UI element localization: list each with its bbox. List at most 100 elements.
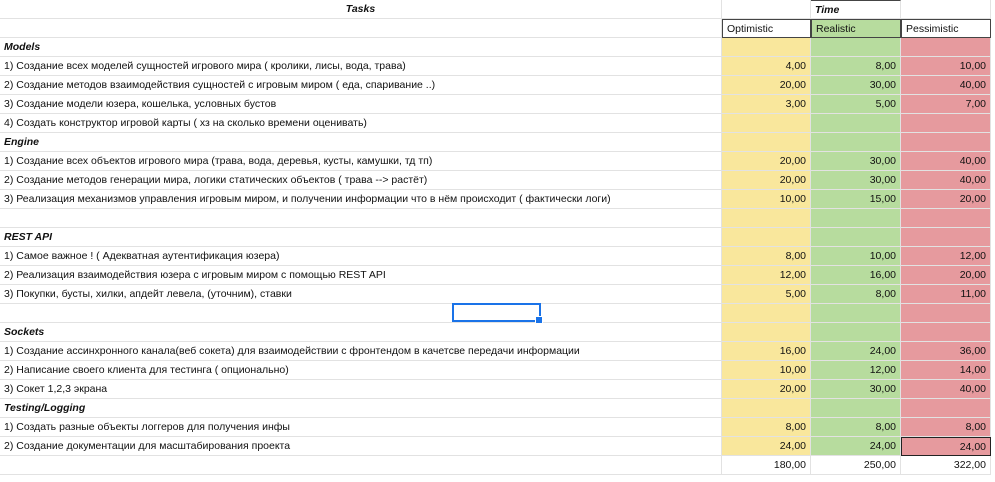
realistic-cell[interactable]: 30,00 bbox=[811, 171, 901, 190]
optimistic-cell[interactable]: 20,00 bbox=[722, 171, 811, 190]
pessimistic-cell[interactable]: 8,00 bbox=[901, 418, 991, 437]
realistic-cell[interactable]: 5,00 bbox=[811, 95, 901, 114]
task-label[interactable]: 1) Создание всех моделей сущностей игров… bbox=[0, 57, 722, 76]
realistic-cell[interactable]: 30,00 bbox=[811, 152, 901, 171]
pessimistic-cell[interactable] bbox=[901, 114, 991, 133]
optimistic-cell[interactable] bbox=[722, 114, 811, 133]
optimistic-cell[interactable]: 10,00 bbox=[722, 361, 811, 380]
optimistic-header[interactable]: Optimistic bbox=[722, 19, 811, 38]
optimistic-cell[interactable] bbox=[722, 38, 811, 57]
fill-handle[interactable] bbox=[535, 316, 543, 324]
optimistic-cell[interactable]: 8,00 bbox=[722, 418, 811, 437]
realistic-cell[interactable]: 8,00 bbox=[811, 57, 901, 76]
task-label[interactable]: 2) Создание методов взаимодействия сущно… bbox=[0, 76, 722, 95]
realistic-cell[interactable]: 15,00 bbox=[811, 190, 901, 209]
pessimistic-cell[interactable]: 20,00 bbox=[901, 190, 991, 209]
realistic-cell[interactable]: 24,00 bbox=[811, 437, 901, 456]
pessimistic-cell[interactable] bbox=[901, 399, 991, 418]
realistic-header[interactable]: Realistic bbox=[811, 19, 901, 38]
task-label[interactable]: 1) Создание всех объектов игрового мира … bbox=[0, 152, 722, 171]
realistic-cell[interactable]: 10,00 bbox=[811, 247, 901, 266]
pessimistic-cell[interactable] bbox=[901, 304, 991, 323]
task-label[interactable] bbox=[0, 304, 722, 323]
task-label[interactable]: 3) Покупки, бусты, хилки, апдейт левела,… bbox=[0, 285, 722, 304]
tasks-header[interactable]: Tasks bbox=[0, 0, 722, 19]
task-label[interactable]: 2) Реализация взаимодействия юзера с игр… bbox=[0, 266, 722, 285]
pessimistic-cell[interactable]: 40,00 bbox=[901, 380, 991, 399]
task-label[interactable]: 3) Реализация механизмов управления игро… bbox=[0, 190, 722, 209]
section-label[interactable]: Models bbox=[0, 38, 722, 57]
realistic-cell[interactable] bbox=[811, 114, 901, 133]
realistic-cell[interactable]: 30,00 bbox=[811, 76, 901, 95]
pessimistic-cell[interactable]: 40,00 bbox=[901, 152, 991, 171]
pessimistic-cell[interactable] bbox=[901, 209, 991, 228]
realistic-cell[interactable] bbox=[811, 133, 901, 152]
optimistic-cell[interactable]: 8,00 bbox=[722, 247, 811, 266]
optimistic-cell[interactable]: 10,00 bbox=[722, 190, 811, 209]
realistic-cell[interactable] bbox=[811, 399, 901, 418]
realistic-cell[interactable]: 8,00 bbox=[811, 418, 901, 437]
optimistic-cell[interactable]: 16,00 bbox=[722, 342, 811, 361]
optimistic-cell[interactable]: 24,00 bbox=[722, 437, 811, 456]
pessimistic-cell[interactable]: 40,00 bbox=[901, 171, 991, 190]
pessimistic-cell[interactable]: 11,00 bbox=[901, 285, 991, 304]
optimistic-cell[interactable] bbox=[722, 399, 811, 418]
pessimistic-header[interactable]: Pessimistic bbox=[901, 19, 991, 38]
optimistic-cell[interactable]: 5,00 bbox=[722, 285, 811, 304]
time-header[interactable]: Time bbox=[811, 0, 901, 19]
realistic-cell[interactable] bbox=[811, 228, 901, 247]
realistic-cell[interactable] bbox=[811, 323, 901, 342]
optimistic-cell[interactable]: 3,00 bbox=[722, 95, 811, 114]
task-label[interactable]: 1) Создать разные объекты логгеров для п… bbox=[0, 418, 722, 437]
realistic-cell[interactable] bbox=[811, 38, 901, 57]
selected-cell[interactable] bbox=[452, 303, 543, 324]
task-label[interactable]: 2) Создание методов генерации мира, логи… bbox=[0, 171, 722, 190]
optimistic-cell[interactable]: 20,00 bbox=[722, 152, 811, 171]
pessimistic-cell[interactable] bbox=[901, 323, 991, 342]
pessimistic-cell[interactable]: 12,00 bbox=[901, 247, 991, 266]
optimistic-cell[interactable] bbox=[722, 133, 811, 152]
task-label[interactable]: 3) Сокет 1,2,3 экрана bbox=[0, 380, 722, 399]
pessimistic-cell[interactable]: 40,00 bbox=[901, 76, 991, 95]
section-label[interactable]: Testing/Logging bbox=[0, 399, 722, 418]
pessimistic-cell[interactable] bbox=[901, 228, 991, 247]
realistic-cell[interactable]: 8,00 bbox=[811, 285, 901, 304]
optimistic-cell[interactable]: 4,00 bbox=[722, 57, 811, 76]
optimistic-cell[interactable]: 20,00 bbox=[722, 380, 811, 399]
realistic-cell[interactable]: 24,00 bbox=[811, 342, 901, 361]
empty-cell[interactable] bbox=[0, 456, 722, 475]
section-label[interactable]: REST API bbox=[0, 228, 722, 247]
task-label[interactable] bbox=[0, 209, 722, 228]
pessimistic-cell[interactable]: 14,00 bbox=[901, 361, 991, 380]
optimistic-cell[interactable] bbox=[722, 209, 811, 228]
task-label[interactable]: 1) Самое важное ! ( Адекватная аутентифи… bbox=[0, 247, 722, 266]
task-label[interactable]: 3) Создание модели юзера, кошелька, усло… bbox=[0, 95, 722, 114]
section-label[interactable]: Sockets bbox=[0, 323, 722, 342]
total-optimistic[interactable]: 180,00 bbox=[722, 456, 811, 475]
realistic-cell[interactable]: 12,00 bbox=[811, 361, 901, 380]
task-label[interactable]: 2) Создание документации для масштабиров… bbox=[0, 437, 722, 456]
task-label[interactable]: 4) Создать конструктор игровой карты ( х… bbox=[0, 114, 722, 133]
task-label[interactable]: 2) Написание своего клиента для тестинга… bbox=[0, 361, 722, 380]
optimistic-cell[interactable]: 20,00 bbox=[722, 76, 811, 95]
pessimistic-cell[interactable]: 10,00 bbox=[901, 57, 991, 76]
optimistic-cell[interactable]: 12,00 bbox=[722, 266, 811, 285]
total-realistic[interactable]: 250,00 bbox=[811, 456, 901, 475]
optimistic-cell[interactable] bbox=[722, 228, 811, 247]
empty-header-cell[interactable] bbox=[722, 0, 811, 19]
optimistic-cell[interactable] bbox=[722, 323, 811, 342]
pessimistic-cell[interactable]: 24,00 bbox=[901, 437, 991, 456]
realistic-cell[interactable] bbox=[811, 304, 901, 323]
realistic-cell[interactable]: 30,00 bbox=[811, 380, 901, 399]
section-label[interactable]: Engine bbox=[0, 133, 722, 152]
realistic-cell[interactable] bbox=[811, 209, 901, 228]
pessimistic-cell[interactable]: 36,00 bbox=[901, 342, 991, 361]
pessimistic-cell[interactable] bbox=[901, 38, 991, 57]
pessimistic-cell[interactable] bbox=[901, 133, 991, 152]
pessimistic-cell[interactable]: 7,00 bbox=[901, 95, 991, 114]
task-label[interactable]: 1) Создание ассинхронного канала(веб сок… bbox=[0, 342, 722, 361]
optimistic-cell[interactable] bbox=[722, 304, 811, 323]
pessimistic-cell[interactable]: 20,00 bbox=[901, 266, 991, 285]
realistic-cell[interactable]: 16,00 bbox=[811, 266, 901, 285]
empty-cell[interactable] bbox=[0, 19, 722, 38]
